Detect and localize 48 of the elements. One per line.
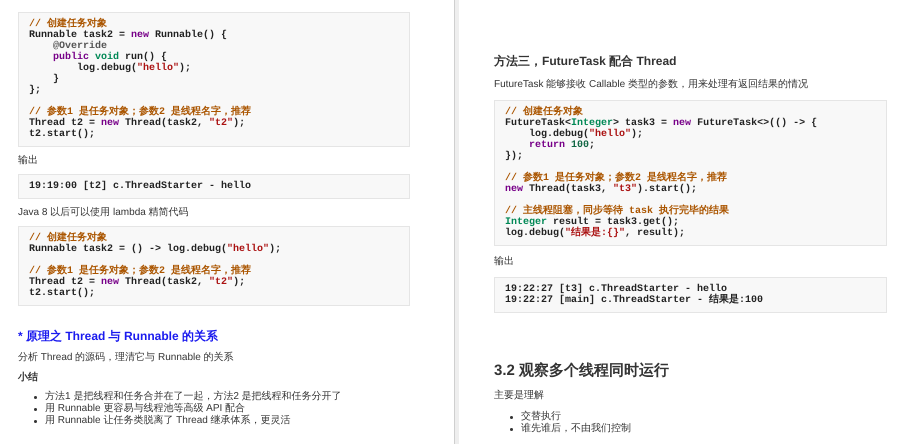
code-line: FutureTask<Integer> task3 = new FutureTask<>(() -> { <box>505 118 818 129</box>
paragraph: 输出 <box>494 255 515 268</box>
section-heading-link[interactable]: * 原理之 Thread 与 Runnable 的关系 <box>18 329 410 344</box>
code-line: Runnable task2 = () -> log.debug("hello"); <box>29 244 282 255</box>
section-heading: 方法三，FutureTask 配合 Thread <box>494 54 678 69</box>
code-line: 19:19:00 [t2] c.ThreadStarter - hello <box>29 181 252 192</box>
code-line: log.debug("hello"); <box>76 63 192 74</box>
code-line: log.debug("结果是:{}", result); <box>505 228 686 239</box>
paragraph: Java 8 以后可以使用 lambda 精简代码 <box>18 206 190 219</box>
code-line: 19:22:27 [main] c.ThreadStarter - 结果是:100 <box>505 295 764 306</box>
bullet-icon <box>34 420 37 422</box>
code-line: @Override <box>52 41 108 52</box>
list-item: 方法1 是把线程和任务合并在了一起，方法2 是把线程和任务分开了 <box>45 391 342 402</box>
list-item: 交替执行 <box>521 411 561 422</box>
code-line: return 100; <box>528 140 596 151</box>
bullet-icon <box>510 428 513 430</box>
list-item: 谁先谁后，不由我们控制 <box>521 423 631 435</box>
code-line: t2.start(); <box>29 288 96 299</box>
code-line: // 参数1 是任务对象；参数2 是线程名字，推荐 <box>505 173 728 184</box>
code-line: Thread t2 = new Thread(task2, "t2"); <box>29 277 246 288</box>
code-line: new Thread(task3, "t3").start(); <box>505 184 698 195</box>
code-line: Runnable task2 = new Runnable() { <box>29 30 228 41</box>
code-line: t2.start(); <box>29 129 96 140</box>
bullet-icon <box>34 408 37 410</box>
code-line: // 创建任务对象 <box>29 19 108 30</box>
code-line: }); <box>505 151 524 162</box>
code-line: public void run() { <box>52 52 168 63</box>
code-line: }; <box>29 85 42 96</box>
paragraph: 输出 <box>18 154 39 167</box>
code-line: // 创建任务对象 <box>505 107 584 118</box>
code-line: Integer result = task3.get(); <box>505 217 680 228</box>
code-line: } <box>52 74 60 85</box>
chapter-heading: 3.2 观察多个线程同时运行 <box>494 362 670 380</box>
code-line: log.debug("hello"); <box>528 129 644 140</box>
paragraph: 分析 Thread 的源码，理清它与 Runnable 的关系 <box>18 351 235 364</box>
bullet-icon <box>34 396 37 398</box>
list-item: 用 Runnable 让任务类脱离了 Thread 继承体系，更灵活 <box>45 415 291 427</box>
code-line: // 创建任务对象 <box>29 233 108 244</box>
code-line: // 主线程阻塞，同步等待 task 执行完毕的结果 <box>505 206 730 217</box>
subheading: 小结 <box>18 371 39 384</box>
code-line: 19:22:27 [t3] c.ThreadStarter - hello <box>505 284 728 295</box>
bullet-icon <box>510 416 513 418</box>
paragraph: FutureTask 能够接收 Callable 类型的参数，用来处理有返回结果的情况 <box>494 78 809 91</box>
code-line: // 参数1 是任务对象；参数2 是线程名字，推荐 <box>29 266 252 277</box>
list-item: 用 Runnable 更容易与线程池等高级 API 配合 <box>45 403 246 414</box>
paragraph: 主要是理解 <box>494 389 545 402</box>
code-line: // 参数1 是任务对象；参数2 是线程名字，推荐 <box>29 107 252 118</box>
code-line: Thread t2 = new Thread(task2, "t2"); <box>29 118 246 129</box>
